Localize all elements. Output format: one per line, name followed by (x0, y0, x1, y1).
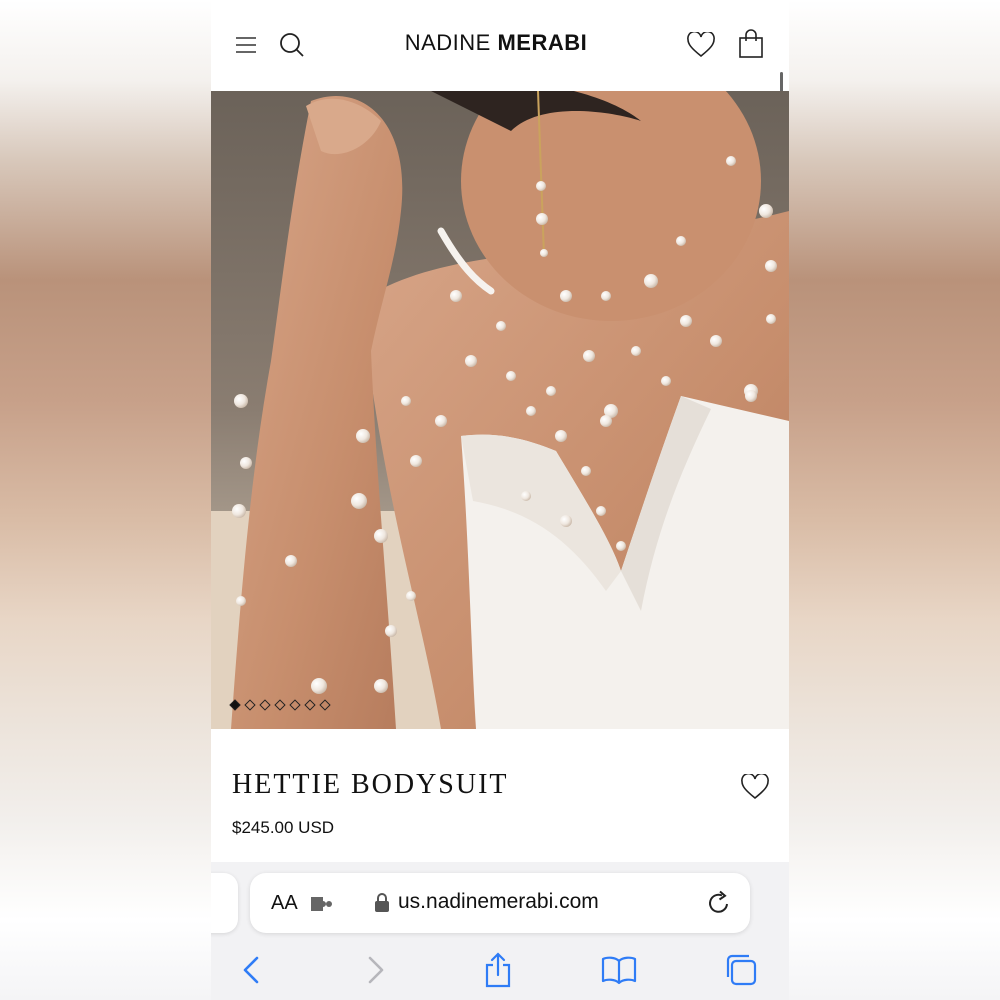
reload-icon[interactable] (706, 890, 732, 916)
address-bar[interactable]: AA us.nadinemerabi.com (250, 873, 750, 933)
previous-tab-peek[interactable] (211, 873, 238, 933)
forward-icon[interactable] (356, 950, 396, 990)
carousel-dot-2[interactable] (244, 699, 256, 711)
site-header: NADINE MERABI (211, 0, 789, 90)
brand-last: MERABI (497, 30, 588, 55)
heart-icon[interactable] (685, 29, 717, 61)
bag-icon[interactable] (735, 27, 767, 61)
carousel-dot-6[interactable] (304, 699, 316, 711)
brand-logo[interactable]: NADINE MERABI (361, 30, 631, 56)
carousel-dot-1[interactable] (229, 699, 241, 711)
extension-icon[interactable] (309, 893, 335, 915)
carousel-dot-5[interactable] (289, 699, 301, 711)
url-text[interactable]: us.nadinemerabi.com (398, 890, 599, 914)
menu-icon[interactable] (231, 30, 261, 60)
carousel-dots (229, 699, 331, 711)
bookmarks-icon[interactable] (599, 950, 639, 990)
browser-toolbar: AA us.nadinemerabi.com (211, 862, 789, 1000)
tabs-icon[interactable] (721, 950, 761, 990)
carousel-dot-3[interactable] (259, 699, 271, 711)
back-icon[interactable] (231, 950, 271, 990)
share-icon[interactable] (478, 950, 518, 990)
reader-settings-button[interactable]: AA (271, 892, 298, 915)
carousel-dot-7[interactable] (319, 699, 331, 711)
product-price: $245.00 USD (232, 818, 335, 837)
search-icon[interactable] (277, 30, 307, 60)
product-image[interactable] (211, 91, 789, 729)
product-title: HETTIE BODYSUIT (232, 769, 509, 800)
phone-screen: NADINE MERABI HETTIE BODYSUIT $245.00 US… (211, 0, 789, 1000)
brand-first: NADINE (404, 30, 491, 55)
wishlist-heart-icon[interactable] (739, 771, 771, 803)
product-info: HETTIE BODYSUIT $245.00 USD (211, 729, 789, 863)
lock-icon (374, 893, 390, 913)
carousel-dot-4[interactable] (274, 699, 286, 711)
